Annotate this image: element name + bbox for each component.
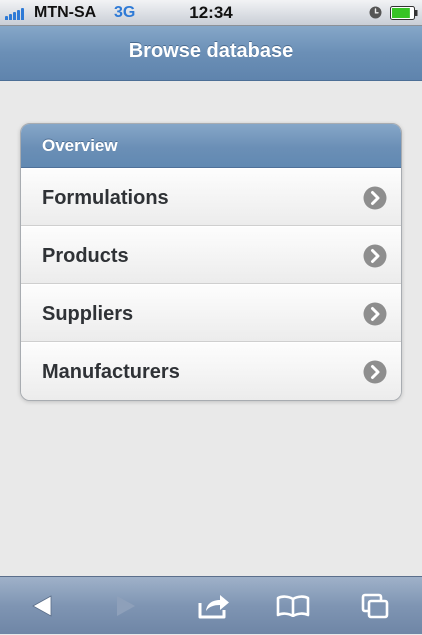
list-item-manufacturers[interactable]: Manufacturers: [21, 342, 401, 400]
page-title: Browse database: [128, 40, 294, 62]
bookmarks-icon: [276, 595, 310, 617]
forward-arrow-icon: [117, 596, 135, 616]
share-icon: [198, 595, 229, 619]
back-button[interactable]: [12, 577, 72, 635]
chevron-right-circle-icon: [363, 186, 387, 210]
bookmarks-button[interactable]: [263, 577, 323, 635]
list-header-label: Overview: [42, 136, 118, 155]
alarm-icon: [369, 6, 382, 19]
back-arrow-icon: [32, 595, 52, 617]
overview-list: Overview Formulations Products Suppliers…: [20, 123, 402, 401]
chevron-right-circle-icon: [363, 244, 387, 268]
status-bar: MTN-SA 3G 12:34: [0, 0, 422, 26]
battery-icon: [390, 6, 418, 20]
clock: 12:34: [189, 3, 233, 22]
chevron-right-circle-icon: [363, 360, 387, 384]
list-item-label: Manufacturers: [42, 361, 180, 383]
list-item-label: Suppliers: [42, 303, 134, 325]
list-header: Overview: [21, 124, 401, 168]
list-item-formulations[interactable]: Formulations: [21, 168, 401, 226]
forward-button[interactable]: [96, 577, 156, 635]
chevron-right-circle-icon: [363, 302, 387, 326]
tabs-button[interactable]: [345, 577, 405, 635]
browser-toolbar: [0, 576, 422, 634]
tabs-icon: [361, 593, 389, 619]
nav-header: Browse database: [0, 26, 422, 81]
list-item-label: Formulations: [42, 187, 169, 209]
list-item-products[interactable]: Products: [21, 226, 401, 284]
list-item-label: Products: [42, 245, 129, 267]
list-item-suppliers[interactable]: Suppliers: [21, 284, 401, 342]
share-button[interactable]: [184, 577, 244, 635]
